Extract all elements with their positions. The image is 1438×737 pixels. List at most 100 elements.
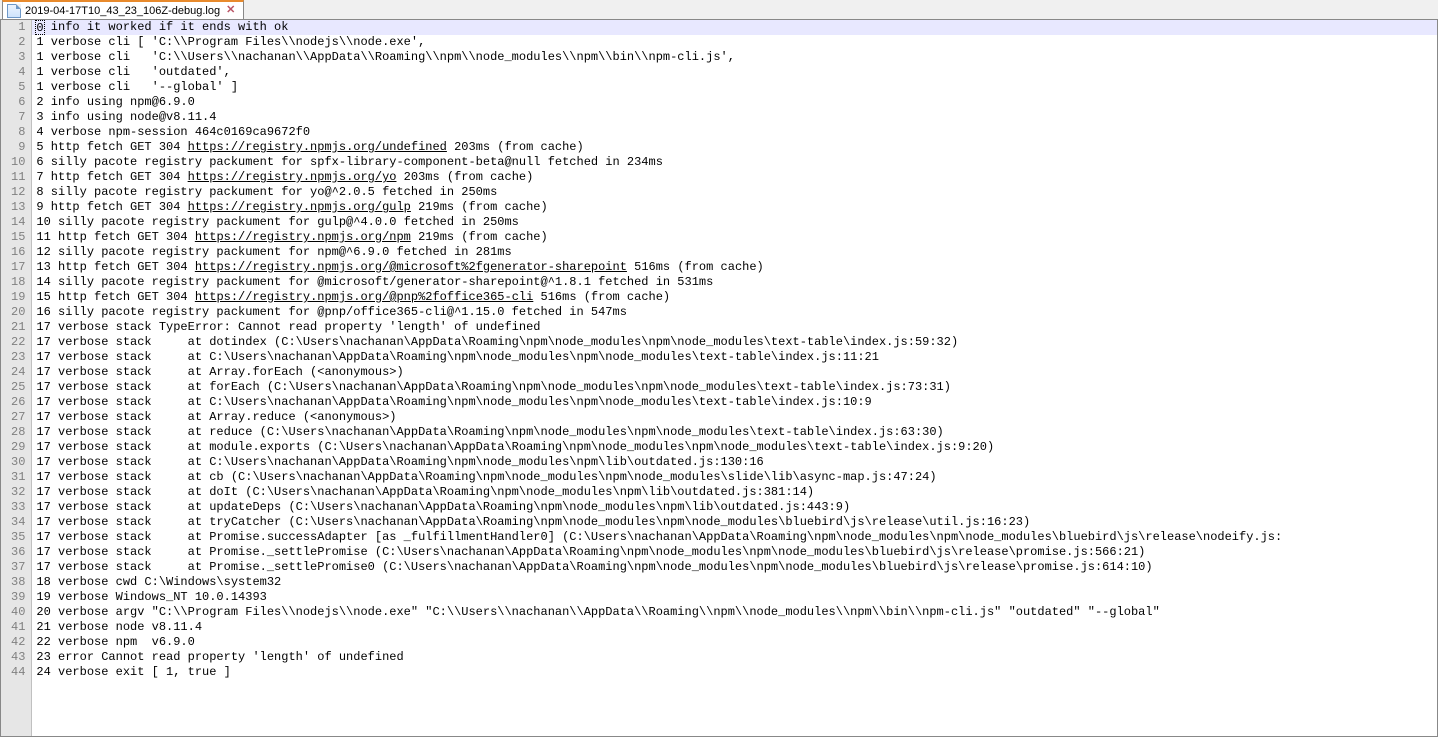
line-number: 36: [11, 545, 25, 560]
line-number: 35: [11, 530, 25, 545]
line-number: 42: [11, 635, 25, 650]
line-number: 11: [11, 170, 25, 185]
line-number: 26: [11, 395, 25, 410]
url-link[interactable]: https://registry.npmjs.org/yo: [188, 170, 397, 184]
tab-close-icon[interactable]: ✕: [224, 5, 237, 16]
caret: 0: [36, 21, 43, 34]
line-number: 3: [11, 50, 25, 65]
code-line[interactable]: 14 silly pacote registry packument for @…: [32, 275, 1437, 290]
code-line[interactable]: 17 verbose stack at updateDeps (C:\Users…: [32, 500, 1437, 515]
code-line[interactable]: 13 http fetch GET 304 https://registry.n…: [32, 260, 1437, 275]
line-number: 7: [11, 110, 25, 125]
line-number-gutter: 1234567891011121314151617181920212223242…: [1, 20, 32, 736]
code-line[interactable]: 17 verbose stack at C:\Users\nachanan\Ap…: [32, 395, 1437, 410]
line-number: 10: [11, 155, 25, 170]
code-line[interactable]: 17 verbose stack TypeError: Cannot read …: [32, 320, 1437, 335]
code-line[interactable]: 17 verbose stack at reduce (C:\Users\nac…: [32, 425, 1437, 440]
code-line[interactable]: 1 verbose cli 'outdated',: [32, 65, 1437, 80]
line-number: 25: [11, 380, 25, 395]
code-line[interactable]: 1 verbose cli '--global' ]: [32, 80, 1437, 95]
code-line[interactable]: 17 verbose stack at C:\Users\nachanan\Ap…: [32, 350, 1437, 365]
code-line[interactable]: 17 verbose stack at doIt (C:\Users\nacha…: [32, 485, 1437, 500]
editor-app: 2019-04-17T10_43_23_106Z-debug.log ✕ 123…: [0, 0, 1438, 737]
code-line[interactable]: 0 info it worked if it ends with ok: [32, 20, 1437, 35]
line-number: 4: [11, 65, 25, 80]
code-line[interactable]: 1 verbose cli [ 'C:\\Program Files\\node…: [32, 35, 1437, 50]
code-line[interactable]: 17 verbose stack at Promise._settlePromi…: [32, 545, 1437, 560]
code-line[interactable]: 5 http fetch GET 304 https://registry.np…: [32, 140, 1437, 155]
line-number: 5: [11, 80, 25, 95]
code-line[interactable]: 9 http fetch GET 304 https://registry.np…: [32, 200, 1437, 215]
code-line[interactable]: 16 silly pacote registry packument for @…: [32, 305, 1437, 320]
code-line[interactable]: 23 error Cannot read property 'length' o…: [32, 650, 1437, 665]
line-number: 17: [11, 260, 25, 275]
code-line[interactable]: 17 verbose stack at module.exports (C:\U…: [32, 440, 1437, 455]
code-line[interactable]: 17 verbose stack at C:\Users\nachanan\Ap…: [32, 455, 1437, 470]
line-number: 41: [11, 620, 25, 635]
code-line[interactable]: 17 verbose stack at dotindex (C:\Users\n…: [32, 335, 1437, 350]
code-line[interactable]: 3 info using node@v8.11.4: [32, 110, 1437, 125]
line-number: 15: [11, 230, 25, 245]
line-number: 1: [11, 20, 25, 35]
code-line[interactable]: 17 verbose stack at tryCatcher (C:\Users…: [32, 515, 1437, 530]
code-line[interactable]: 1 verbose cli 'C:\\Users\\nachanan\\AppD…: [32, 50, 1437, 65]
code-line[interactable]: 22 verbose npm v6.9.0: [32, 635, 1437, 650]
url-link[interactable]: https://registry.npmjs.org/@microsoft%2f…: [195, 260, 627, 274]
line-number: 8: [11, 125, 25, 140]
code-line[interactable]: 8 silly pacote registry packument for yo…: [32, 185, 1437, 200]
code-line[interactable]: 6 silly pacote registry packument for sp…: [32, 155, 1437, 170]
line-number: 34: [11, 515, 25, 530]
line-number: 38: [11, 575, 25, 590]
url-link[interactable]: https://registry.npmjs.org/npm: [195, 230, 411, 244]
code-line[interactable]: 17 verbose stack at Array.reduce (<anony…: [32, 410, 1437, 425]
code-line[interactable]: 11 http fetch GET 304 https://registry.n…: [32, 230, 1437, 245]
line-number: 23: [11, 350, 25, 365]
tab-bar: 2019-04-17T10_43_23_106Z-debug.log ✕: [0, 0, 1438, 20]
editor-viewport[interactable]: 1234567891011121314151617181920212223242…: [0, 20, 1438, 737]
line-number: 13: [11, 200, 25, 215]
code-line[interactable]: 4 verbose npm-session 464c0169ca9672f0: [32, 125, 1437, 140]
line-number: 33: [11, 500, 25, 515]
line-number: 19: [11, 290, 25, 305]
line-number: 44: [11, 665, 25, 680]
code-line[interactable]: 17 verbose stack at cb (C:\Users\nachana…: [32, 470, 1437, 485]
code-line[interactable]: 7 http fetch GET 304 https://registry.np…: [32, 170, 1437, 185]
code-line[interactable]: 17 verbose stack at Array.forEach (<anon…: [32, 365, 1437, 380]
code-line[interactable]: 18 verbose cwd C:\Windows\system32: [32, 575, 1437, 590]
line-number: 14: [11, 215, 25, 230]
code-line[interactable]: 20 verbose argv "C:\\Program Files\\node…: [32, 605, 1437, 620]
code-line[interactable]: 21 verbose node v8.11.4: [32, 620, 1437, 635]
tab-active[interactable]: 2019-04-17T10_43_23_106Z-debug.log ✕: [2, 0, 244, 19]
line-number: 16: [11, 245, 25, 260]
document-icon: [7, 4, 21, 18]
code-line[interactable]: 17 verbose stack at Promise._settlePromi…: [32, 560, 1437, 575]
code-line[interactable]: 15 http fetch GET 304 https://registry.n…: [32, 290, 1437, 305]
line-number: 40: [11, 605, 25, 620]
url-link[interactable]: https://registry.npmjs.org/@pnp%2foffice…: [195, 290, 533, 304]
code-line[interactable]: 10 silly pacote registry packument for g…: [32, 215, 1437, 230]
line-number: 12: [11, 185, 25, 200]
code-line[interactable]: 24 verbose exit [ 1, true ]: [32, 665, 1437, 680]
line-number: 27: [11, 410, 25, 425]
line-number: 32: [11, 485, 25, 500]
code-line[interactable]: 12 silly pacote registry packument for n…: [32, 245, 1437, 260]
code-line[interactable]: 17 verbose stack at forEach (C:\Users\na…: [32, 380, 1437, 395]
line-number: 30: [11, 455, 25, 470]
line-number: 18: [11, 275, 25, 290]
code-line[interactable]: 2 info using npm@6.9.0: [32, 95, 1437, 110]
code-line[interactable]: 17 verbose stack at Promise.successAdapt…: [32, 530, 1437, 545]
line-number: 22: [11, 335, 25, 350]
line-number: 6: [11, 95, 25, 110]
code-line[interactable]: 19 verbose Windows_NT 10.0.14393: [32, 590, 1437, 605]
line-number: 43: [11, 650, 25, 665]
line-number: 31: [11, 470, 25, 485]
code-area[interactable]: 0 info it worked if it ends with ok1 ver…: [32, 20, 1437, 736]
line-number: 2: [11, 35, 25, 50]
url-link[interactable]: https://registry.npmjs.org/gulp: [188, 200, 411, 214]
line-number: 9: [11, 140, 25, 155]
line-number: 39: [11, 590, 25, 605]
line-number: 20: [11, 305, 25, 320]
url-link[interactable]: https://registry.npmjs.org/undefined: [188, 140, 447, 154]
line-number: 29: [11, 440, 25, 455]
line-number: 37: [11, 560, 25, 575]
